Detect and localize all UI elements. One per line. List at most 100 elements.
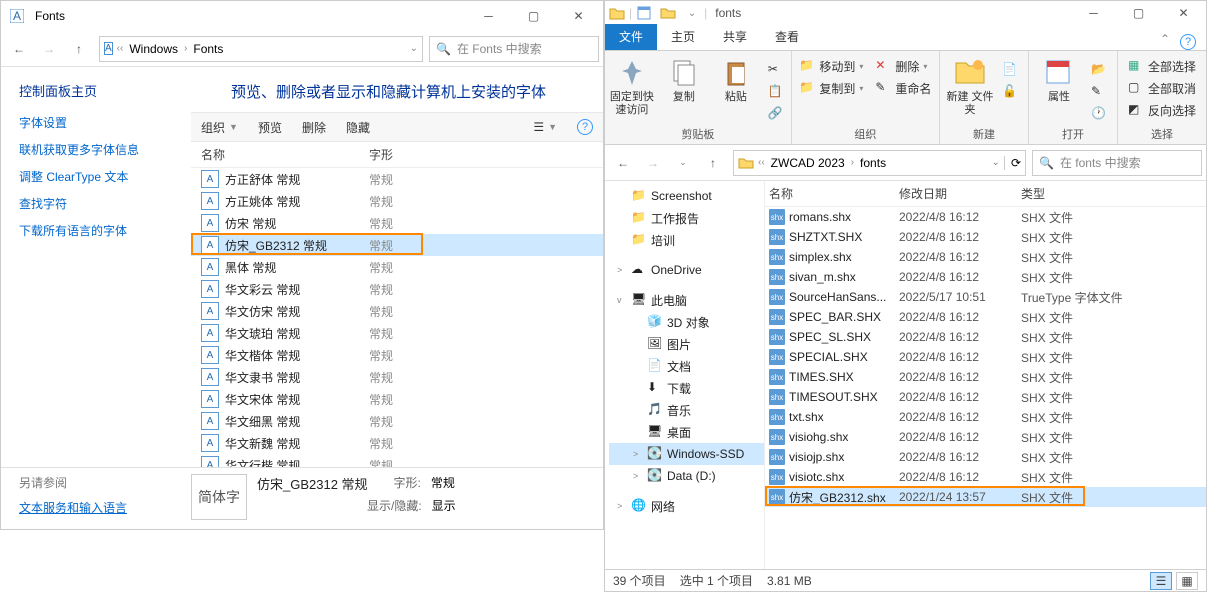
tree-item[interactable]: >☁OneDrive [609, 259, 764, 281]
tree-item[interactable]: 🖥桌面 [609, 421, 764, 443]
cut-button[interactable]: ✂ [764, 59, 788, 81]
font-row[interactable]: A华文新魏 常规常规 [191, 432, 603, 454]
hide-button[interactable]: 隐藏 [336, 113, 380, 141]
nav-tree[interactable]: 📁Screenshot📁工作报告📁培训 >☁OneDrive v🖥此电脑🧊3D 对象… [605, 181, 765, 569]
tab-view[interactable]: 查看 [761, 24, 813, 50]
font-row[interactable]: A方正舒体 常规常规 [191, 168, 603, 190]
preview-button[interactable]: 预览 [248, 113, 292, 141]
view-dropdown[interactable]: ☰ ▼ [523, 113, 567, 141]
tree-item[interactable]: ⬇下载 [609, 377, 764, 399]
forward-button[interactable]: → [35, 35, 63, 63]
copy-to-button[interactable]: 📁复制到▾ [795, 77, 867, 99]
pin-button[interactable]: 固定到快 速访问 [608, 55, 656, 117]
tree-item[interactable]: 📁Screenshot [609, 185, 764, 207]
file-row[interactable]: shxsimplex.shx2022/4/8 16:12SHX 文件 [765, 247, 1206, 267]
folder-qat-icon[interactable] [657, 2, 679, 24]
col-type-header[interactable]: 类型 [1021, 185, 1151, 202]
column-headers[interactable]: 名称 修改日期 类型 [765, 181, 1206, 207]
invert-selection-button[interactable]: ◩反向选择 [1124, 99, 1200, 121]
tree-item[interactable]: 🧊3D 对象 [609, 311, 764, 333]
tree-item[interactable]: 📁培训 [609, 229, 764, 251]
close-button[interactable]: ✕ [1161, 0, 1206, 28]
font-row[interactable]: A华文仿宋 常规常规 [191, 300, 603, 322]
tree-item[interactable]: 📁工作报告 [609, 207, 764, 229]
organize-button[interactable]: 组织 ▼ [191, 113, 248, 141]
file-row[interactable]: shxSHZTXT.SHX2022/4/8 16:12SHX 文件 [765, 227, 1206, 247]
font-row[interactable]: A华文细黑 常规常规 [191, 410, 603, 432]
tree-item[interactable]: v🖥此电脑 [609, 289, 764, 311]
file-row[interactable]: shxtxt.shx2022/4/8 16:12SHX 文件 [765, 407, 1206, 427]
move-to-button[interactable]: 📁移动到▾ [795, 55, 867, 77]
tab-share[interactable]: 共享 [709, 24, 761, 50]
titlebar[interactable]: A Fonts ─ ▢ ✕ [1, 1, 603, 31]
up-button[interactable]: ↑ [65, 35, 93, 63]
font-row[interactable]: A黑体 常规常规 [191, 256, 603, 278]
file-row[interactable]: shxromans.shx2022/4/8 16:12SHX 文件 [765, 207, 1206, 227]
font-row[interactable]: A仿宋 常规常规 [191, 212, 603, 234]
up-button[interactable]: ↑ [699, 149, 727, 177]
file-row[interactable]: shxSPEC_SL.SHX2022/4/8 16:12SHX 文件 [765, 327, 1206, 347]
file-row[interactable]: shxSourceHanSans...2022/5/17 10:51TrueTy… [765, 287, 1206, 307]
font-row[interactable]: A华文彩云 常规常规 [191, 278, 603, 300]
crumb[interactable]: ZWCAD 2023 [769, 156, 847, 170]
help-button[interactable]: ? [567, 113, 603, 141]
recent-dropdown[interactable]: ⌄ [669, 149, 697, 177]
dropdown-icon[interactable]: ⌄ [992, 157, 1000, 168]
file-row[interactable]: shxSPEC_BAR.SHX2022/4/8 16:12SHX 文件 [765, 307, 1206, 327]
file-row[interactable]: shxvisiohg.shx2022/4/8 16:12SHX 文件 [765, 427, 1206, 447]
maximize-button[interactable]: ▢ [511, 1, 556, 31]
sidebar-link[interactable]: 调整 ClearType 文本 [19, 168, 191, 185]
paste-button[interactable]: 粘贴 [712, 55, 760, 104]
crumb[interactable]: Windows [127, 42, 180, 56]
sidebar-link[interactable]: 联机获取更多字体信息 [19, 141, 191, 158]
font-row[interactable]: A华文行楷 常规常规 [191, 454, 603, 467]
crumb[interactable]: Fonts [191, 42, 225, 56]
file-row[interactable]: shxSPECIAL.SHX2022/4/8 16:12SHX 文件 [765, 347, 1206, 367]
folder-icon[interactable] [606, 2, 628, 24]
minimize-button[interactable]: ─ [1071, 0, 1116, 28]
col-name-header[interactable]: 名称 [769, 185, 899, 202]
font-row[interactable]: A华文宋体 常规常规 [191, 388, 603, 410]
copy-path-button[interactable]: 📋 [764, 81, 788, 103]
rename-button[interactable]: ✎重命名 [871, 77, 935, 99]
dropdown-icon[interactable]: ⌄ [410, 43, 418, 54]
expand-icon[interactable]: v [617, 295, 627, 305]
file-row[interactable]: shxTIMESOUT.SHX2022/4/8 16:12SHX 文件 [765, 387, 1206, 407]
tab-file[interactable]: 文件 [605, 24, 657, 50]
expand-icon[interactable]: > [617, 501, 627, 511]
edit-button[interactable]: ✎ [1087, 81, 1111, 103]
font-row[interactable]: A仿宋_GB2312 常规常规 [191, 234, 603, 256]
sidebar-link[interactable]: 查找字符 [19, 195, 191, 212]
address-bar[interactable]: A ‹‹ Windows › Fonts ⌄ [99, 36, 423, 62]
crumb[interactable]: fonts [858, 156, 888, 170]
tree-item[interactable]: 🖼图片 [609, 333, 764, 355]
tree-item[interactable]: >💽Windows-SSD [609, 443, 764, 465]
delete-button[interactable]: 删除 [292, 113, 336, 141]
tree-item[interactable]: >💽Data (D:) [609, 465, 764, 487]
expand-icon[interactable]: > [617, 265, 627, 275]
font-row[interactable]: A华文琥珀 常规常规 [191, 322, 603, 344]
see-also-link[interactable]: 文本服务和输入语言 [19, 501, 127, 515]
tree-item[interactable]: 📄文档 [609, 355, 764, 377]
file-row[interactable]: shxvisiojp.shx2022/4/8 16:12SHX 文件 [765, 447, 1206, 467]
copy-button[interactable]: 复制 [660, 55, 708, 104]
back-button[interactable]: ← [609, 149, 637, 177]
paste-shortcut-button[interactable]: 🔗 [764, 103, 788, 125]
tab-home[interactable]: 主页 [657, 24, 709, 50]
back-button[interactable]: ← [5, 35, 33, 63]
easy-access-button[interactable]: 🔓 [998, 81, 1022, 103]
properties-qat-icon[interactable] [633, 2, 655, 24]
cpl-home-link[interactable]: 控制面板主页 [19, 81, 191, 100]
column-headers[interactable]: 名称 字形 [191, 142, 603, 168]
expand-icon[interactable]: > [633, 471, 643, 481]
icons-view-button[interactable]: ▦ [1176, 572, 1198, 590]
new-item-button[interactable]: 📄 [998, 59, 1022, 81]
search-input[interactable]: 🔍 在 Fonts 中搜索 [429, 36, 599, 62]
close-button[interactable]: ✕ [556, 1, 601, 31]
sidebar-link[interactable]: 字体设置 [19, 114, 191, 131]
search-input[interactable]: 🔍 在 fonts 中搜索 [1032, 150, 1202, 176]
font-row[interactable]: A方正姚体 常规常规 [191, 190, 603, 212]
col-date-header[interactable]: 修改日期 [899, 185, 1021, 202]
refresh-button[interactable]: ⟳ [1004, 156, 1021, 170]
col-style-header[interactable]: 字形 [369, 146, 429, 163]
